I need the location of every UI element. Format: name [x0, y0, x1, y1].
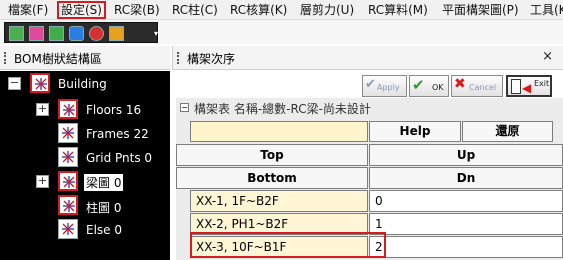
cross-icon: ✖ — [454, 76, 466, 92]
exit-label: Exit — [534, 79, 550, 88]
menu-rc-column[interactable]: RC柱(C) — [170, 2, 220, 18]
toolbar: ▾ — [0, 20, 563, 44]
frame-table-group-header: − 構架表 名稱-總數-RC梁-尚未設計 — [176, 98, 563, 118]
column-icon[interactable] — [49, 26, 64, 41]
restore-button[interactable]: 還原 — [462, 121, 553, 142]
tree-node-beam-drawings[interactable]: + 梁圖 0 — [0, 171, 170, 193]
collapse-icon[interactable]: − — [8, 77, 21, 90]
exit-button[interactable]: ◀ Exit — [506, 75, 552, 97]
top-button[interactable]: Top — [176, 144, 368, 166]
tree-node-floors[interactable]: + Floors 16 — [0, 99, 170, 121]
collapse-icon[interactable]: − — [180, 103, 189, 112]
menu-rc-beam[interactable]: RC梁(B) — [112, 2, 162, 18]
highlight-box — [190, 232, 386, 258]
tree-node-grid-points[interactable]: Grid Pnts 0 — [0, 147, 170, 169]
grip-icon[interactable] — [177, 52, 179, 64]
toolbar-dropdown-icon[interactable]: ▾ — [151, 27, 161, 41]
table-row-value[interactable]: 0 — [369, 190, 563, 212]
tree-label-grid-points: Grid Pnts 0 — [86, 151, 153, 165]
apply-label: Apply — [377, 83, 400, 92]
menu-file[interactable]: 檔案(F) — [6, 2, 50, 18]
tree-node-frames[interactable]: Frames 22 — [0, 123, 170, 145]
bom-tree: − Building + Floors 16 Frames 22 Grid Pn… — [0, 71, 170, 260]
ok-label: OK — [432, 83, 444, 92]
tree-label-frames: Frames 22 — [86, 127, 149, 141]
record-icon[interactable] — [89, 26, 104, 41]
tree-label-else: Else 0 — [86, 223, 122, 237]
frame-order-title: 構架次序 — [187, 52, 236, 66]
door-icon — [511, 79, 521, 94]
beam-drawings-icon — [58, 171, 78, 191]
ok-button[interactable]: ✔ OK — [409, 75, 449, 97]
menu-rc-check[interactable]: RC核算(K) — [228, 2, 289, 18]
menu-plane-frame[interactable]: 平面構架圖(P) — [440, 2, 521, 18]
frame-table-title: 構架表 名稱-總數-RC梁-尚未設計 — [194, 102, 371, 116]
menu-settings[interactable]: 設定(S) — [57, 1, 106, 19]
tree-node-column-drawings[interactable]: 柱圖 0 — [0, 195, 170, 217]
floors-icon — [58, 99, 78, 119]
bom-tree-title: BOM樹狀結構區 — [14, 52, 102, 66]
table-row-name[interactable]: XX-1, 1F~B2F — [190, 190, 368, 212]
cancel-label: Cancel — [469, 83, 497, 92]
close-icon[interactable]: × — [542, 49, 553, 64]
tree-label-floors: Floors 16 — [86, 103, 142, 117]
globe-icon[interactable] — [69, 26, 84, 41]
menu-rc-quantity[interactable]: RC算料(M) — [366, 2, 430, 18]
toolbar-strip: ▾ — [4, 22, 158, 43]
checkmark-icon: ✔ — [412, 76, 425, 94]
beam-icon[interactable] — [29, 26, 44, 41]
frame-table: − 構架表 名稱-總數-RC梁-尚未設計 Help 還原 Top Up Bott… — [176, 98, 563, 260]
frames-icon — [58, 123, 78, 143]
frame-order-header: 構架次序 × — [172, 46, 563, 70]
building-icon — [30, 73, 50, 93]
down-button[interactable]: Dn — [369, 167, 563, 189]
menu-tools[interactable]: 工具(K — [528, 2, 563, 18]
tree-node-else[interactable]: Else 0 — [0, 219, 170, 241]
exit-arrow-icon: ◀ — [522, 81, 532, 95]
apply-icon: ✔ — [365, 77, 376, 92]
table-row-value[interactable]: 2 — [369, 236, 563, 258]
table-row-value[interactable]: 1 — [369, 213, 563, 235]
else-icon — [58, 219, 78, 239]
tree-label-building: Building — [58, 77, 107, 91]
tree-node-building[interactable]: − Building — [0, 73, 170, 95]
up-button[interactable]: Up — [369, 144, 563, 166]
tree-label-beam-drawings: 梁圖 0 — [84, 174, 124, 191]
bom-tree-header: BOM樹狀結構區 — [0, 46, 170, 70]
tree-label-column-drawings: 柱圖 0 — [86, 201, 122, 215]
table-blank-cell — [190, 121, 368, 142]
grip-icon[interactable] — [4, 52, 6, 64]
column-drawings-icon — [58, 195, 78, 215]
pencil-icon[interactable] — [109, 26, 124, 41]
help-button[interactable]: Help — [369, 121, 461, 142]
frame-order-toolbar: ✔ Apply ✔ OK ✖ Cancel ◀ Exit — [176, 72, 563, 98]
frame-icon[interactable] — [9, 26, 24, 41]
apply-button[interactable]: ✔ Apply — [362, 75, 407, 97]
menu-bar: 檔案(F) 設定(S) RC梁(B) RC柱(C) RC核算(K) 層剪力(U)… — [0, 0, 563, 20]
grid-points-icon — [58, 147, 78, 167]
menu-story-shear[interactable]: 層剪力(U) — [298, 2, 356, 18]
expand-icon[interactable]: + — [36, 175, 49, 188]
bottom-button[interactable]: Bottom — [176, 167, 368, 189]
expand-icon[interactable]: + — [36, 103, 49, 116]
cancel-button[interactable]: ✖ Cancel — [451, 75, 503, 97]
